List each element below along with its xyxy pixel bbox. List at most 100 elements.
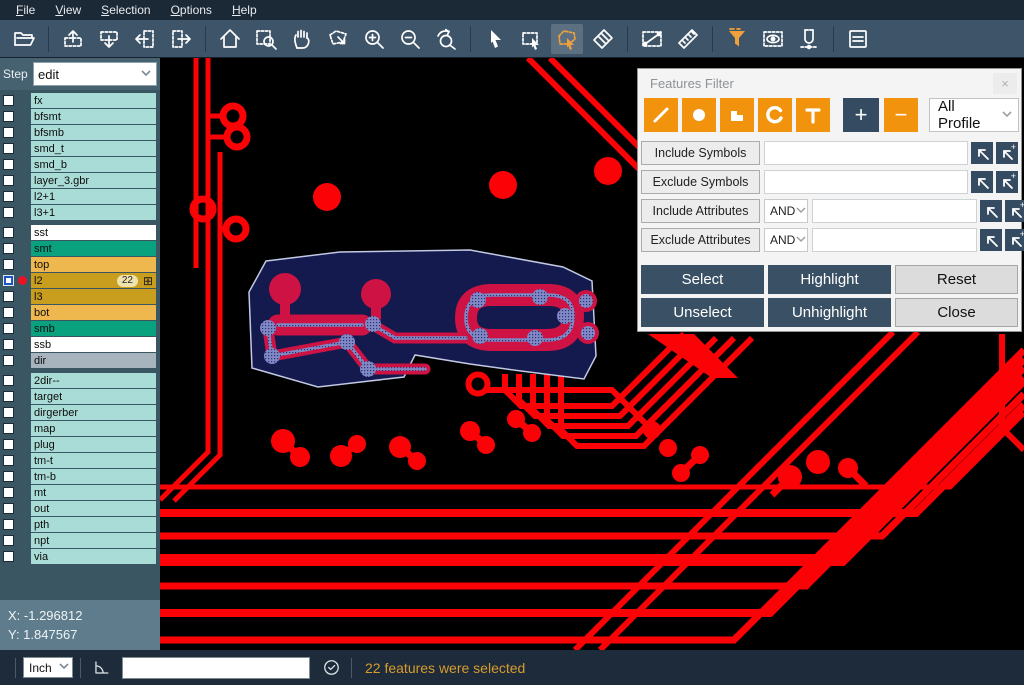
layer-visibility-checkbox[interactable] [3,455,14,466]
select-cursor-icon[interactable] [479,24,511,54]
menu-file[interactable]: File [6,0,45,20]
layer-name-ssb[interactable]: ssb [31,337,156,352]
layer-name-via[interactable]: via [31,549,156,564]
selection-region[interactable] [249,250,599,387]
layer-name-fx[interactable]: fx [31,93,156,108]
layer-visibility-checkbox[interactable] [3,471,14,482]
pick-arrow-icon[interactable] [980,200,1002,222]
corner-angle-icon[interactable] [88,656,114,680]
layer-name-l3+1[interactable]: l3+1 [31,205,156,220]
include-attributes-and-select[interactable]: AND [764,199,808,223]
menu-options[interactable]: Options [161,0,222,20]
layer-visibility-checkbox[interactable] [3,243,14,254]
pick-arrow-icon[interactable] [971,171,993,193]
layer-name-smd_b[interactable]: smd_b [31,157,156,172]
include-symbols-button[interactable]: Include Symbols [641,141,760,165]
layer-name-map[interactable]: map [31,421,156,436]
layer-visibility-checkbox[interactable] [3,159,14,170]
layer-name-dirgerber[interactable]: dirgerber [31,405,156,420]
layer-visibility-checkbox[interactable] [3,503,14,514]
layer-visibility-checkbox[interactable] [3,375,14,386]
layer-visibility-checkbox[interactable] [3,487,14,498]
features-filter-icon[interactable] [721,24,753,54]
step-select[interactable]: edit [33,62,157,86]
layer-visibility-checkbox[interactable] [3,439,14,450]
unit-select[interactable]: Inch [23,657,73,678]
command-input[interactable] [122,657,310,679]
rect-select-icon[interactable] [515,24,547,54]
layer-name-bot[interactable]: bot [31,305,156,320]
draw-pad-icon[interactable] [682,98,716,132]
layer-visibility-checkbox[interactable] [3,227,14,238]
layer-name-2dir--[interactable]: 2dir-- [31,373,156,388]
exclude-attributes-and-select[interactable]: AND [764,228,808,252]
layer-visibility-checkbox[interactable] [3,95,14,106]
layer-name-tm-t[interactable]: tm-t [31,453,156,468]
layer-visibility-checkbox[interactable] [3,127,14,138]
layer-visibility-checkbox[interactable] [3,143,14,154]
layers-panel-icon[interactable] [842,24,874,54]
reset-button[interactable]: Reset [895,265,1018,294]
layer-visibility-checkbox[interactable] [3,339,14,350]
layer-name-bfsmb[interactable]: bfsmb [31,125,156,140]
layer-name-npt[interactable]: npt [31,533,156,548]
layer-name-top[interactable]: top [31,257,156,272]
profile-select[interactable]: All Profile [929,98,1019,132]
pick-add-arrow-icon[interactable]: + [1005,200,1024,222]
draw-surface-icon[interactable] [720,98,754,132]
pan-hand-icon[interactable] [286,24,318,54]
layer-name-bfsmt[interactable]: bfsmt [31,109,156,124]
layer-name-mt[interactable]: mt [31,485,156,500]
close-button[interactable]: Close [895,298,1018,327]
pick-add-arrow-icon[interactable]: + [996,171,1018,193]
select-button[interactable]: Select [641,265,764,294]
layer-name-l3[interactable]: l3 [31,289,156,304]
zoom-window-icon[interactable] [250,24,282,54]
layer-visibility-checkbox[interactable] [3,407,14,418]
menu-help[interactable]: Help [222,0,267,20]
layer-name-plug[interactable]: plug [31,437,156,452]
close-icon[interactable]: × [993,73,1017,94]
layer-visibility-checkbox[interactable] [3,355,14,366]
layer-name-l2[interactable]: l222⊞ [31,273,156,288]
layer-name-pth[interactable]: pth [31,517,156,532]
draw-arc-icon[interactable] [758,98,792,132]
layer-name-smd_t[interactable]: smd_t [31,141,156,156]
layer-name-out[interactable]: out [31,501,156,516]
highlight-button[interactable]: Highlight [768,265,891,294]
zoom-in-icon[interactable] [358,24,390,54]
layer-name-l2+1[interactable]: l2+1 [31,189,156,204]
unselect-button[interactable]: Unselect [641,298,764,327]
remove-filter-button[interactable]: − [884,98,918,132]
zoom-polygon-icon[interactable] [322,24,354,54]
pick-add-arrow-icon[interactable]: + [1005,229,1024,251]
pan-right-icon[interactable] [165,24,197,54]
exclude-symbols-input[interactable] [764,170,968,194]
exclude-attributes-button[interactable]: Exclude Attributes [641,228,760,252]
home-view-icon[interactable] [214,24,246,54]
layer-visibility-checkbox[interactable] [3,535,14,546]
polygon-select-icon[interactable] [551,24,583,54]
pick-add-arrow-icon[interactable]: + [996,142,1018,164]
layer-name-smb[interactable]: smb [31,321,156,336]
layer-visibility-checkbox[interactable] [3,391,14,402]
layer-visibility-checkbox[interactable] [3,291,14,302]
include-symbols-input[interactable] [764,141,968,165]
layer-visibility-checkbox[interactable] [3,191,14,202]
layer-name-tm-b[interactable]: tm-b [31,469,156,484]
layer-name-target[interactable]: target [31,389,156,404]
layer-visibility-checkbox[interactable] [3,111,14,122]
layer-visibility-checkbox[interactable] [3,307,14,318]
zoom-previous-icon[interactable] [430,24,462,54]
clear-brush-icon[interactable] [587,24,619,54]
menu-selection[interactable]: Selection [91,0,160,20]
pan-down-icon[interactable] [93,24,125,54]
layer-visibility-checkbox[interactable] [3,175,14,186]
measure-distance-icon[interactable] [636,24,668,54]
pick-arrow-icon[interactable] [971,142,993,164]
unhighlight-button[interactable]: Unhighlight [768,298,891,327]
grid-icon[interactable]: ⊞ [143,275,153,287]
include-attributes-input[interactable] [812,199,977,223]
layer-visibility-checkbox[interactable] [3,519,14,530]
layer-name-smt[interactable]: smt [31,241,156,256]
